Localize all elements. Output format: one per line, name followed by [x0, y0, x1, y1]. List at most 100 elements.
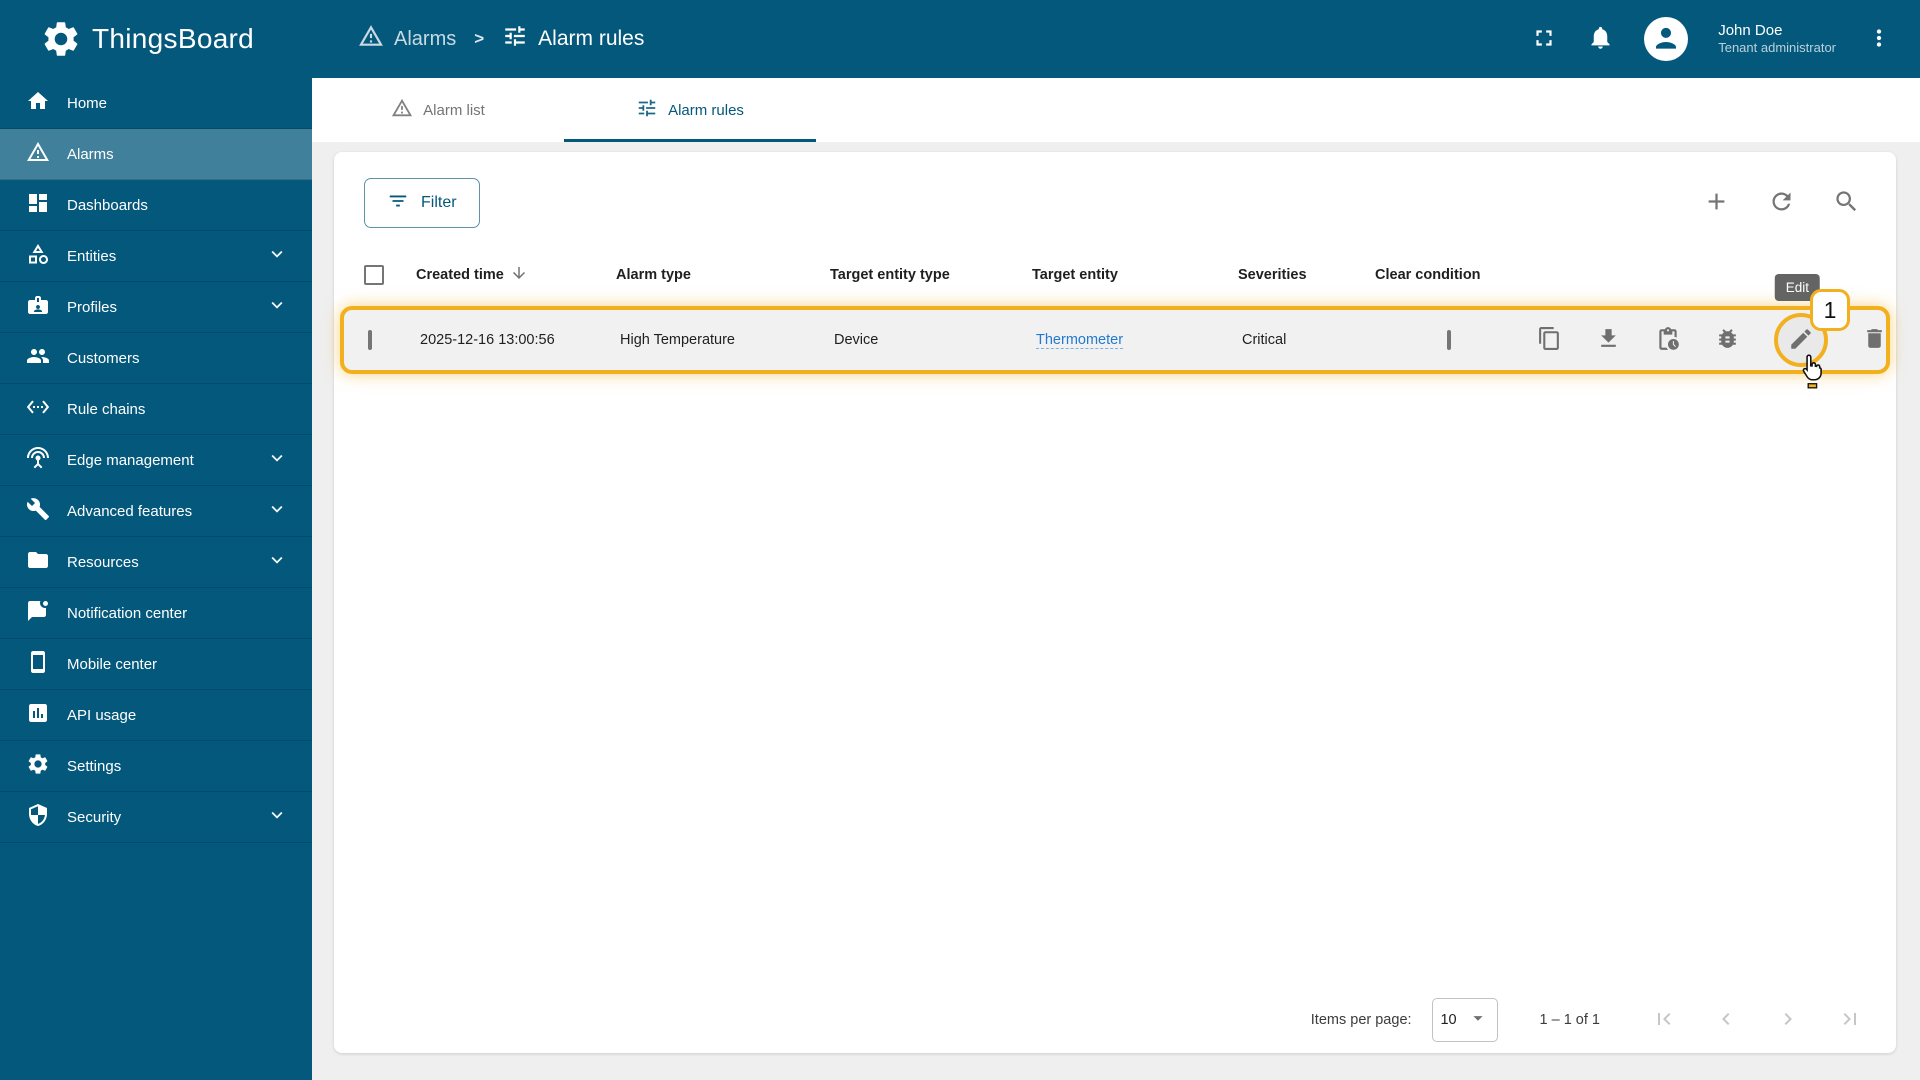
last-page-button[interactable]	[1838, 1007, 1862, 1034]
column-header-clear-condition[interactable]: Clear condition	[1375, 267, 1533, 283]
sidebar-item-notification-center[interactable]: Notification center	[0, 588, 312, 639]
person-icon	[1646, 17, 1686, 62]
tools-icon	[26, 497, 50, 525]
filter-icon	[387, 190, 409, 217]
pager-nav	[1652, 1007, 1862, 1034]
breadcrumb-alarms-link[interactable]: Alarms	[358, 23, 456, 55]
sidebar-item-label: Mobile center	[67, 655, 158, 673]
notification-center-icon	[26, 599, 50, 627]
debug-button[interactable]	[1715, 326, 1740, 354]
download-button[interactable]	[1596, 326, 1621, 354]
hand-cursor-icon	[1798, 353, 1828, 393]
tab-alarm-rules[interactable]: Alarm rules	[564, 78, 816, 142]
topbar-right-controls: John Doe Tenant administrator	[1531, 17, 1920, 61]
delete-button[interactable]	[1862, 326, 1887, 354]
notifications-button[interactable]	[1587, 24, 1614, 54]
fullscreen-button[interactable]	[1531, 25, 1557, 54]
sidebar-item-rule-chains[interactable]: Rule chains	[0, 384, 312, 435]
chevron-down-icon	[266, 447, 288, 473]
sidebar-item-entities[interactable]: Entities	[0, 231, 312, 282]
pending-actions-button[interactable]	[1655, 326, 1681, 355]
column-header-label: Severities	[1238, 267, 1307, 283]
sidebar-item-api-usage[interactable]: API usage	[0, 690, 312, 741]
sidebar-item-security[interactable]: Security	[0, 792, 312, 843]
mobile-icon	[26, 650, 50, 678]
cell-created-time: 2025-12-16 13:00:56	[420, 332, 555, 348]
main-content: Alarm list Alarm rules Filter Created ti…	[312, 78, 1920, 1080]
page-size-select[interactable]: 10	[1431, 998, 1498, 1042]
user-role: Tenant administrator	[1718, 40, 1836, 56]
column-header-label: Target entity	[1032, 267, 1118, 283]
copy-icon	[1537, 326, 1562, 354]
user-avatar[interactable]	[1644, 17, 1689, 62]
rule-chains-icon	[26, 395, 50, 423]
sidebar-item-label: API usage	[67, 706, 137, 724]
next-page-button[interactable]	[1776, 1007, 1800, 1034]
sidebar-item-alarms[interactable]: Alarms	[0, 129, 312, 180]
refresh-button[interactable]	[1768, 188, 1795, 218]
column-header-label: Clear condition	[1375, 267, 1481, 283]
sidebar-item-label: Settings	[67, 757, 122, 775]
filter-button[interactable]: Filter	[364, 178, 480, 228]
column-header-target-entity-type[interactable]: Target entity type	[830, 267, 1032, 283]
download-icon	[1596, 326, 1621, 354]
sidebar-item-advanced-features[interactable]: Advanced features	[0, 486, 312, 537]
sidebar-item-label: Notification center	[67, 604, 188, 622]
search-icon	[1833, 188, 1860, 218]
sidebar-item-settings[interactable]: Settings	[0, 741, 312, 792]
column-header-created-time[interactable]: Created time	[416, 264, 616, 286]
tab-bar: Alarm list Alarm rules	[312, 78, 1920, 142]
tab-alarm-list[interactable]: Alarm list	[312, 78, 564, 142]
sidebar-item-label: Customers	[67, 349, 140, 367]
page-size-value: 10	[1440, 1012, 1457, 1028]
folder-icon	[26, 548, 50, 576]
copy-button[interactable]	[1537, 326, 1562, 354]
select-all-checkbox[interactable]	[364, 265, 384, 285]
row-select-checkbox[interactable]	[368, 330, 372, 350]
dashboards-icon	[26, 191, 50, 219]
row-actions: Edit 1	[1537, 274, 1909, 389]
sidebar-item-dashboards[interactable]: Dashboards	[0, 180, 312, 231]
sidebar-item-label: Edge management	[67, 451, 194, 469]
alarm-rules-card: Filter Created time Alarm type Target en…	[334, 152, 1896, 1053]
sidebar-item-label: Dashboards	[67, 196, 148, 214]
sidebar-nav: Home Alarms Dashboards Entities Profiles…	[0, 78, 312, 1080]
chart-icon	[26, 701, 50, 729]
add-alarm-rule-button[interactable]	[1703, 188, 1730, 218]
table-header-row: Created time Alarm type Target entity ty…	[334, 248, 1896, 302]
gear-icon	[26, 752, 50, 780]
paginator: Items per page: 10 1 – 1 of 1	[334, 987, 1896, 1053]
sidebar-item-customers[interactable]: Customers	[0, 333, 312, 384]
edit-highlight-group: Edit 1	[1774, 274, 1850, 389]
user-meta: John Doe Tenant administrator	[1718, 21, 1836, 57]
column-header-target-entity[interactable]: Target entity	[1032, 267, 1238, 283]
tab-label: Alarm rules	[668, 101, 744, 119]
customers-icon	[26, 344, 50, 372]
breadcrumb-current-label: Alarm rules	[538, 27, 645, 50]
card-toolbar: Filter	[334, 152, 1896, 248]
target-entity-link[interactable]: Thermometer	[1036, 332, 1124, 349]
warning-icon	[358, 23, 384, 55]
previous-page-button[interactable]	[1714, 1007, 1738, 1034]
sidebar-item-resources[interactable]: Resources	[0, 537, 312, 588]
tune-icon	[502, 23, 528, 55]
more-menu-button[interactable]	[1866, 25, 1892, 54]
column-header-severities[interactable]: Severities	[1238, 267, 1375, 283]
chevron-right-icon	[1776, 1007, 1800, 1034]
column-header-alarm-type[interactable]: Alarm type	[616, 267, 830, 283]
first-page-button[interactable]	[1652, 1007, 1676, 1034]
fullscreen-icon	[1531, 25, 1557, 54]
sidebar-item-home[interactable]: Home	[0, 78, 312, 129]
sidebar-item-edge-management[interactable]: Edge management	[0, 435, 312, 486]
trash-icon	[1862, 326, 1887, 354]
sidebar-item-label: Resources	[67, 553, 139, 571]
app-logo[interactable]: ThingsBoard	[0, 18, 312, 60]
search-button[interactable]	[1833, 188, 1860, 218]
table-row[interactable]: 2025-12-16 13:00:56 High Temperature Dev…	[344, 274, 1886, 389]
entities-icon	[26, 242, 50, 270]
sidebar-item-profiles[interactable]: Profiles	[0, 282, 312, 333]
clear-condition-checkbox[interactable]	[1447, 330, 1451, 350]
sidebar-item-mobile-center[interactable]: Mobile center	[0, 639, 312, 690]
pencil-icon	[1788, 326, 1814, 355]
sidebar-item-label: Security	[67, 808, 122, 826]
